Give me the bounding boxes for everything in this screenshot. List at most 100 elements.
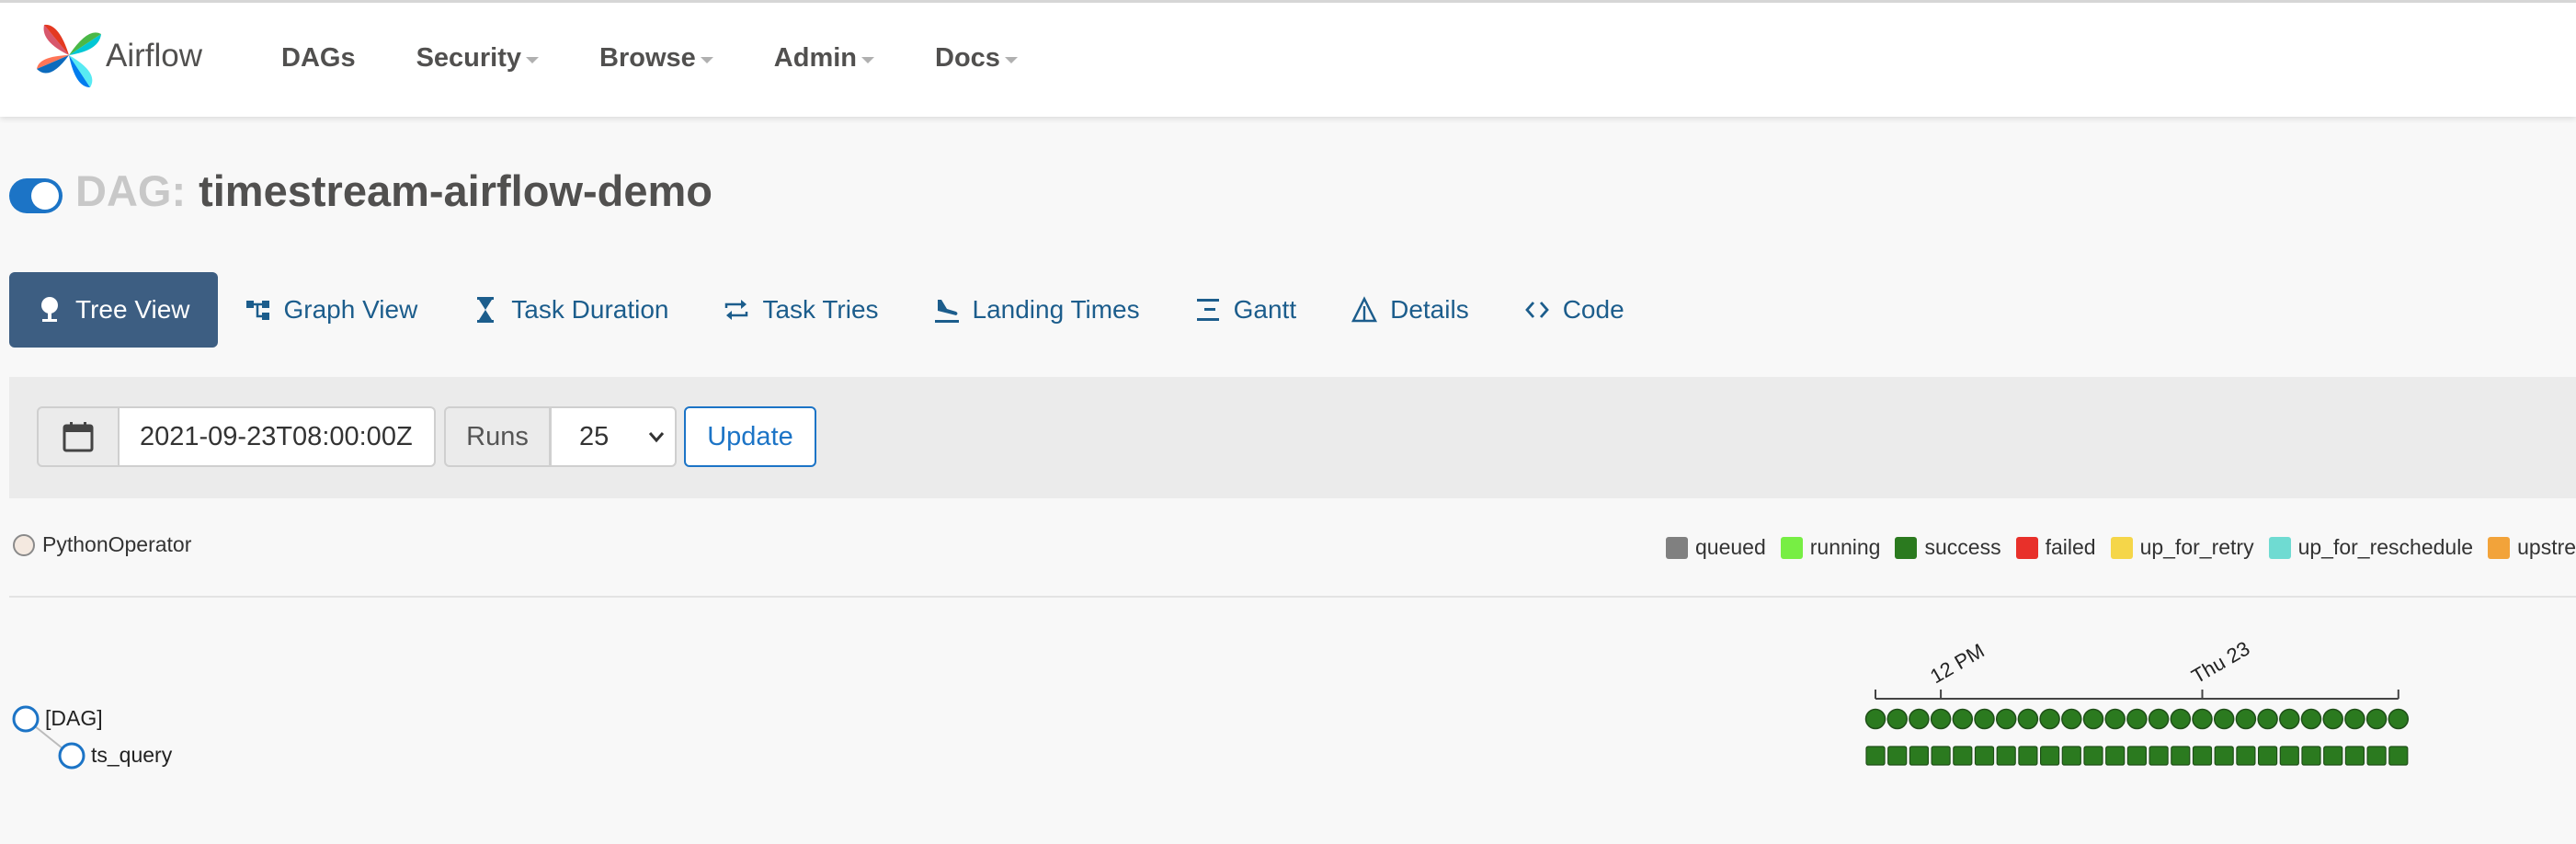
- legend-label: queued: [1695, 535, 1766, 559]
- task-instance-square[interactable]: [2126, 746, 2147, 766]
- task-instance-square[interactable]: [1974, 746, 1995, 766]
- dag-run-circle[interactable]: [2279, 708, 2300, 730]
- dag-run-circle[interactable]: [1995, 708, 2017, 730]
- task-instance-square[interactable]: [1909, 746, 1929, 766]
- menu-dags[interactable]: DAGs: [281, 43, 356, 74]
- task-instance-square[interactable]: [1865, 746, 1886, 766]
- legend-label: up_for_retry: [2139, 535, 2254, 559]
- dag-run-circle[interactable]: [2344, 708, 2365, 730]
- legend-swatch: [1666, 536, 1688, 559]
- navbar: Airflow DAGs Security Browse Admin Docs: [0, 0, 2576, 117]
- dag-run-circle[interactable]: [2213, 708, 2235, 730]
- tab-graph-view[interactable]: Graph View: [218, 272, 446, 348]
- dag-run-circle[interactable]: [2148, 708, 2170, 730]
- dag-run-circle[interactable]: [2257, 708, 2278, 730]
- task-instance-square[interactable]: [2149, 746, 2169, 766]
- operator-label: PythonOperator: [42, 532, 192, 556]
- dag-run-circle[interactable]: [1952, 708, 1974, 730]
- task-instance-square[interactable]: [2344, 746, 2365, 766]
- task-instance-square[interactable]: [2323, 746, 2343, 766]
- dag-run-circle[interactable]: [2235, 708, 2257, 730]
- chevron-down-icon: [526, 57, 540, 63]
- brand-name[interactable]: Airflow: [106, 38, 202, 74]
- tab-gantt[interactable]: Gantt: [1168, 272, 1324, 348]
- dag-run-circle[interactable]: [2365, 708, 2388, 730]
- tab-label: Graph View: [283, 295, 418, 324]
- task-instance-square[interactable]: [2258, 746, 2278, 766]
- dag-run-circle[interactable]: [2017, 708, 2039, 730]
- tab-label: Code: [1562, 295, 1624, 324]
- legend-swatch: [2015, 536, 2038, 559]
- task-instance-square[interactable]: [1996, 746, 2016, 766]
- legend-queued: queued: [1666, 535, 1766, 560]
- dag-run-circle[interactable]: [1909, 708, 1930, 730]
- tab-label: Details: [1390, 295, 1469, 324]
- task-instance-square[interactable]: [2279, 746, 2299, 766]
- task-instance-square[interactable]: [2105, 746, 2126, 766]
- execution-date-input[interactable]: 2021-09-23T08:00:00Z: [120, 406, 436, 467]
- legend-swatch: [2268, 536, 2291, 559]
- menu-browse[interactable]: Browse: [599, 43, 713, 74]
- task-instance-square[interactable]: [2040, 746, 2060, 766]
- tab-label: Landing Times: [972, 295, 1140, 324]
- tab-label: Gantt: [1233, 295, 1297, 324]
- runs-select[interactable]: 25: [550, 406, 677, 467]
- task-instance-square[interactable]: [2061, 746, 2081, 766]
- dag-run-circle[interactable]: [2082, 708, 2104, 730]
- task-instance-square[interactable]: [1953, 746, 1973, 766]
- task-instance-square[interactable]: [2366, 746, 2387, 766]
- dag-pause-toggle[interactable]: [9, 178, 63, 213]
- dag-run-circle[interactable]: [2061, 708, 2082, 730]
- tab-task-duration[interactable]: Task Duration: [445, 272, 696, 348]
- dag-node-label[interactable]: [DAG]: [45, 706, 103, 731]
- task-node-circle[interactable]: [58, 742, 85, 770]
- task-instance-square[interactable]: [2171, 746, 2191, 766]
- dag-run-circle[interactable]: [2322, 708, 2343, 730]
- task-instance-square[interactable]: [2214, 746, 2234, 766]
- legend-success: success: [1895, 535, 2001, 560]
- dag-name: timestream-airflow-demo: [199, 166, 712, 215]
- dag-run-circle[interactable]: [1886, 708, 1908, 730]
- menu-security[interactable]: Security: [416, 43, 540, 74]
- legend-swatch: [2488, 536, 2511, 559]
- airflow-pinwheel-icon[interactable]: [35, 21, 103, 89]
- task-instance-square[interactable]: [2388, 746, 2409, 766]
- dag-run-circle[interactable]: [2300, 708, 2322, 730]
- task-instance-square[interactable]: [2192, 746, 2213, 766]
- menu-docs[interactable]: Docs: [935, 43, 1018, 74]
- graph-icon: [245, 296, 271, 324]
- task-instance-square[interactable]: [2301, 746, 2321, 766]
- dag-run-circle[interactable]: [2104, 708, 2126, 730]
- date-picker-addon[interactable]: [37, 406, 120, 467]
- dag-run-circle[interactable]: [2192, 708, 2213, 730]
- runs-value: 25: [579, 421, 610, 451]
- task-instance-square[interactable]: [1931, 746, 1951, 766]
- dag-run-circle[interactable]: [2388, 708, 2410, 730]
- legend-up-for-reschedule: up_for_reschedule: [2268, 535, 2473, 560]
- legend-label: failed: [2045, 535, 2096, 559]
- retry-icon: [724, 296, 749, 324]
- task-node-label[interactable]: ts_query: [91, 743, 172, 768]
- task-instance-square[interactable]: [1887, 746, 1908, 766]
- tab-tree-view[interactable]: Tree View: [9, 272, 218, 348]
- task-instance-square[interactable]: [2236, 746, 2256, 766]
- tab-code[interactable]: Code: [1497, 272, 1652, 348]
- dag-run-circle[interactable]: [1930, 708, 1952, 730]
- chevron-down-icon: [861, 57, 875, 63]
- axis-tick-label: Thu 23: [2188, 636, 2254, 688]
- dag-run-circle[interactable]: [2039, 708, 2060, 730]
- dag-run-circle[interactable]: [2170, 708, 2192, 730]
- dag-run-circle[interactable]: [1864, 708, 1886, 730]
- task-instance-square[interactable]: [2083, 746, 2103, 766]
- tab-landing-times[interactable]: Landing Times: [906, 272, 1168, 348]
- update-button[interactable]: Update: [684, 406, 816, 467]
- dag-run-circle[interactable]: [2126, 708, 2148, 730]
- state-legend: queued running success failed up_for_ret…: [1666, 535, 2576, 560]
- menu-admin[interactable]: Admin: [774, 43, 875, 74]
- tab-details[interactable]: Details: [1324, 272, 1497, 348]
- task-instance-square[interactable]: [2018, 746, 2038, 766]
- chevron-down-icon: [648, 432, 665, 443]
- dag-run-circle[interactable]: [1974, 708, 1995, 730]
- dag-node-circle[interactable]: [12, 705, 40, 733]
- tab-task-tries[interactable]: Task Tries: [696, 272, 906, 348]
